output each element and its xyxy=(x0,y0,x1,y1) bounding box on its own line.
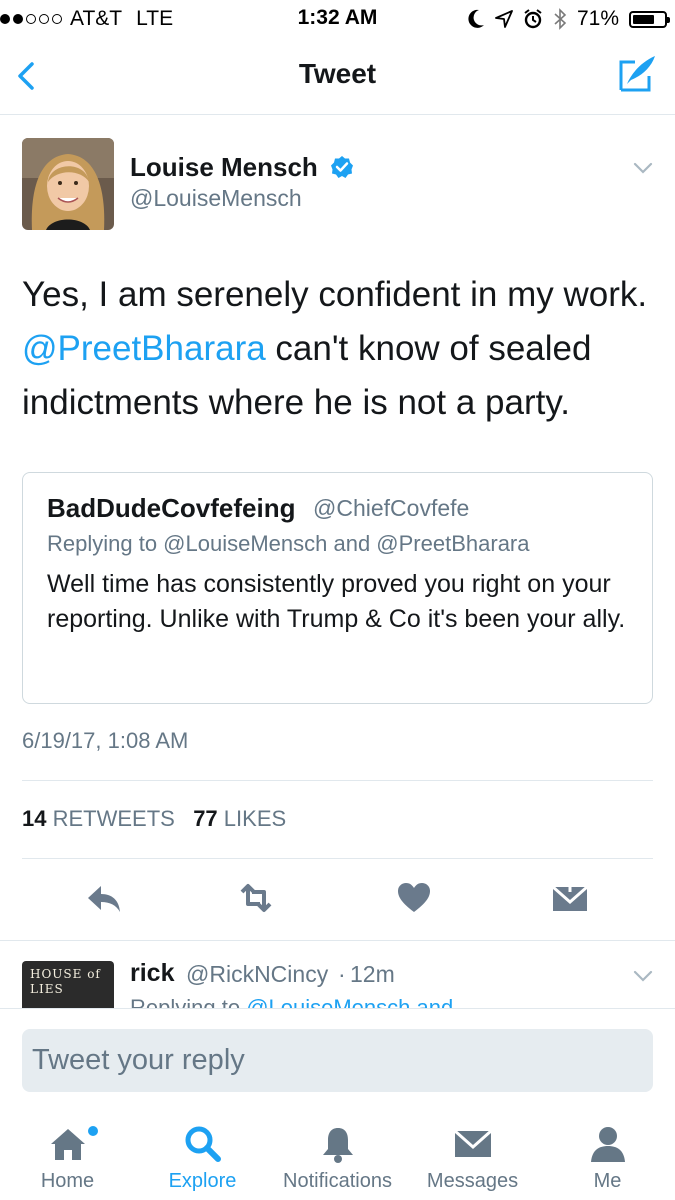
like-count: 77 xyxy=(193,806,218,831)
reply-icon[interactable] xyxy=(84,878,124,918)
reply-author-name[interactable]: rick xyxy=(130,959,174,988)
retweet-count: 14 xyxy=(22,806,47,831)
bell-icon xyxy=(322,1128,353,1163)
quoted-author-name: BadDudeCovfefeing xyxy=(47,493,296,523)
location-arrow-icon xyxy=(495,10,513,28)
retweet-label: RETWEETS xyxy=(52,806,175,831)
tab-label: Notifications xyxy=(283,1170,392,1192)
reply-mention[interactable]: @LouiseMensch and xyxy=(246,995,453,1009)
tweet-timestamp: 6/19/17, 1:08 AM xyxy=(22,728,189,753)
author-photo xyxy=(22,138,114,230)
home-icon xyxy=(50,1129,85,1160)
alarm-icon xyxy=(524,9,542,29)
status-bar: AT&T LTE 1:32 AM 71% xyxy=(0,0,675,38)
nav-bar: Tweet xyxy=(0,38,675,115)
reply-input[interactable] xyxy=(22,1029,653,1092)
tab-explore[interactable]: Explore xyxy=(135,1124,270,1200)
tab-notifications[interactable]: Notifications xyxy=(270,1124,405,1200)
tab-label: Home xyxy=(40,1170,95,1192)
verified-badge-icon xyxy=(331,156,353,178)
tab-label: Explore xyxy=(168,1170,237,1192)
envelope-icon xyxy=(453,1129,492,1157)
divider xyxy=(22,858,653,859)
page-title: Tweet xyxy=(298,58,377,89)
chevron-down-icon[interactable] xyxy=(633,161,653,175)
quoted-text: Well time has consistently proved you ri… xyxy=(47,570,626,633)
tweet-text: Yes, I am serenely confident in my work.… xyxy=(22,268,662,430)
reply-separator: · xyxy=(338,961,346,987)
author-handle[interactable]: @LouiseMensch xyxy=(130,185,302,212)
heart-icon[interactable] xyxy=(394,878,434,918)
quoted-tweet[interactable]: BadDudeCovfefeing @ChiefCovfefe Replying… xyxy=(22,472,653,704)
chevron-down-icon[interactable] xyxy=(633,969,653,983)
quoted-replying-to: Replying to @LouiseMensch and @PreetBhar… xyxy=(47,531,530,556)
reply-bar xyxy=(0,1008,675,1105)
mention-link[interactable]: @PreetBharara xyxy=(22,329,266,368)
avatar[interactable] xyxy=(22,138,114,230)
tab-label: Me xyxy=(593,1170,622,1192)
battery-percent: 71% xyxy=(576,7,619,30)
search-icon xyxy=(185,1126,221,1162)
direct-message-icon[interactable] xyxy=(550,878,590,918)
tweet-text-start: Yes, I am serenely confident in my work. xyxy=(22,275,648,314)
tweet-actions xyxy=(0,878,675,922)
person-icon xyxy=(590,1127,625,1162)
home-notification-dot xyxy=(88,1126,98,1136)
tab-messages[interactable]: Messages xyxy=(405,1124,540,1200)
compose-icon[interactable] xyxy=(617,54,657,94)
reply-avatar[interactable]: HOUSE of LIES xyxy=(22,961,114,1009)
author-name[interactable]: Louise Mensch xyxy=(130,152,318,183)
divider xyxy=(22,780,653,781)
bluetooth-icon xyxy=(554,8,567,30)
battery-icon xyxy=(629,10,670,28)
reply-author-handle[interactable]: @RickNCincy xyxy=(186,961,328,988)
reply-replying-prefix: Replying to xyxy=(130,995,247,1009)
tab-me[interactable]: Me xyxy=(540,1124,675,1200)
tab-label: Messages xyxy=(426,1170,519,1192)
moon-icon xyxy=(468,9,484,28)
retweet-icon[interactable] xyxy=(236,878,276,918)
like-stat[interactable]: 77 LIKES xyxy=(193,806,286,831)
tweet-stats: 14 RETWEETS 77 LIKES xyxy=(22,806,286,832)
tab-bar: Home Explore Notifications Messages Me xyxy=(0,1104,675,1200)
reply-tweet[interactable]: HOUSE of LIES rick @RickNCincy · 12m Rep… xyxy=(0,940,675,1009)
reply-avatar-art: HOUSE of LIES xyxy=(30,967,101,996)
tab-home[interactable]: Home xyxy=(0,1124,135,1200)
like-label: LIKES xyxy=(223,806,287,831)
reply-time: 12m xyxy=(350,961,395,987)
status-right: 71% xyxy=(467,6,670,32)
retweet-stat[interactable]: 14 RETWEETS xyxy=(22,806,175,831)
battery-level xyxy=(633,14,654,24)
reply-replying-to: Replying to @LouiseMensch and xyxy=(130,995,453,1009)
quoted-author-handle: @ChiefCovfefe xyxy=(313,495,470,521)
